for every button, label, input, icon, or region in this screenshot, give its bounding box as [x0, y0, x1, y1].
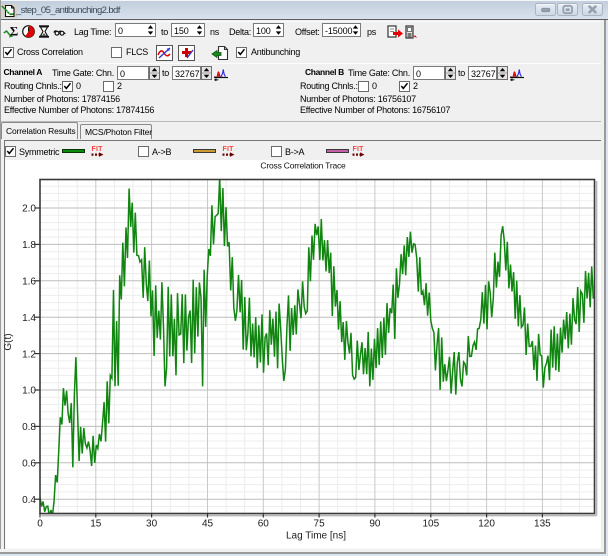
svg-text:90: 90 — [369, 519, 381, 530]
svg-text:1.0: 1.0 — [22, 386, 36, 397]
svg-text:Lag Time [ns]: Lag Time [ns] — [286, 531, 346, 542]
svg-text:1.2: 1.2 — [22, 349, 36, 360]
svg-text:0: 0 — [37, 519, 43, 530]
svg-text:1.4: 1.4 — [22, 313, 36, 324]
svg-text:15: 15 — [90, 519, 102, 530]
svg-text:FIT: FIT — [92, 146, 104, 153]
svg-text:2.0: 2.0 — [22, 204, 36, 215]
svg-text:0.6: 0.6 — [22, 459, 36, 470]
svg-text:0.4: 0.4 — [22, 495, 36, 506]
svg-text:75: 75 — [314, 519, 326, 530]
svg-text:1.8: 1.8 — [22, 240, 36, 251]
svg-text:135: 135 — [534, 519, 551, 530]
svg-text:105: 105 — [422, 519, 439, 530]
svg-text:FIT: FIT — [353, 146, 365, 153]
svg-text:45: 45 — [202, 519, 214, 530]
svg-text:120: 120 — [478, 519, 495, 530]
svg-text:Cross Correlation Trace: Cross Correlation Trace — [260, 160, 346, 170]
svg-text:Σ: Σ — [10, 24, 19, 39]
svg-text:FIT: FIT — [223, 146, 235, 153]
svg-text:60: 60 — [258, 519, 270, 530]
svg-text:30: 30 — [146, 519, 158, 530]
svg-text:0.8: 0.8 — [22, 422, 36, 433]
svg-text:G(t): G(t) — [4, 333, 14, 350]
svg-text:1.6: 1.6 — [22, 277, 36, 288]
